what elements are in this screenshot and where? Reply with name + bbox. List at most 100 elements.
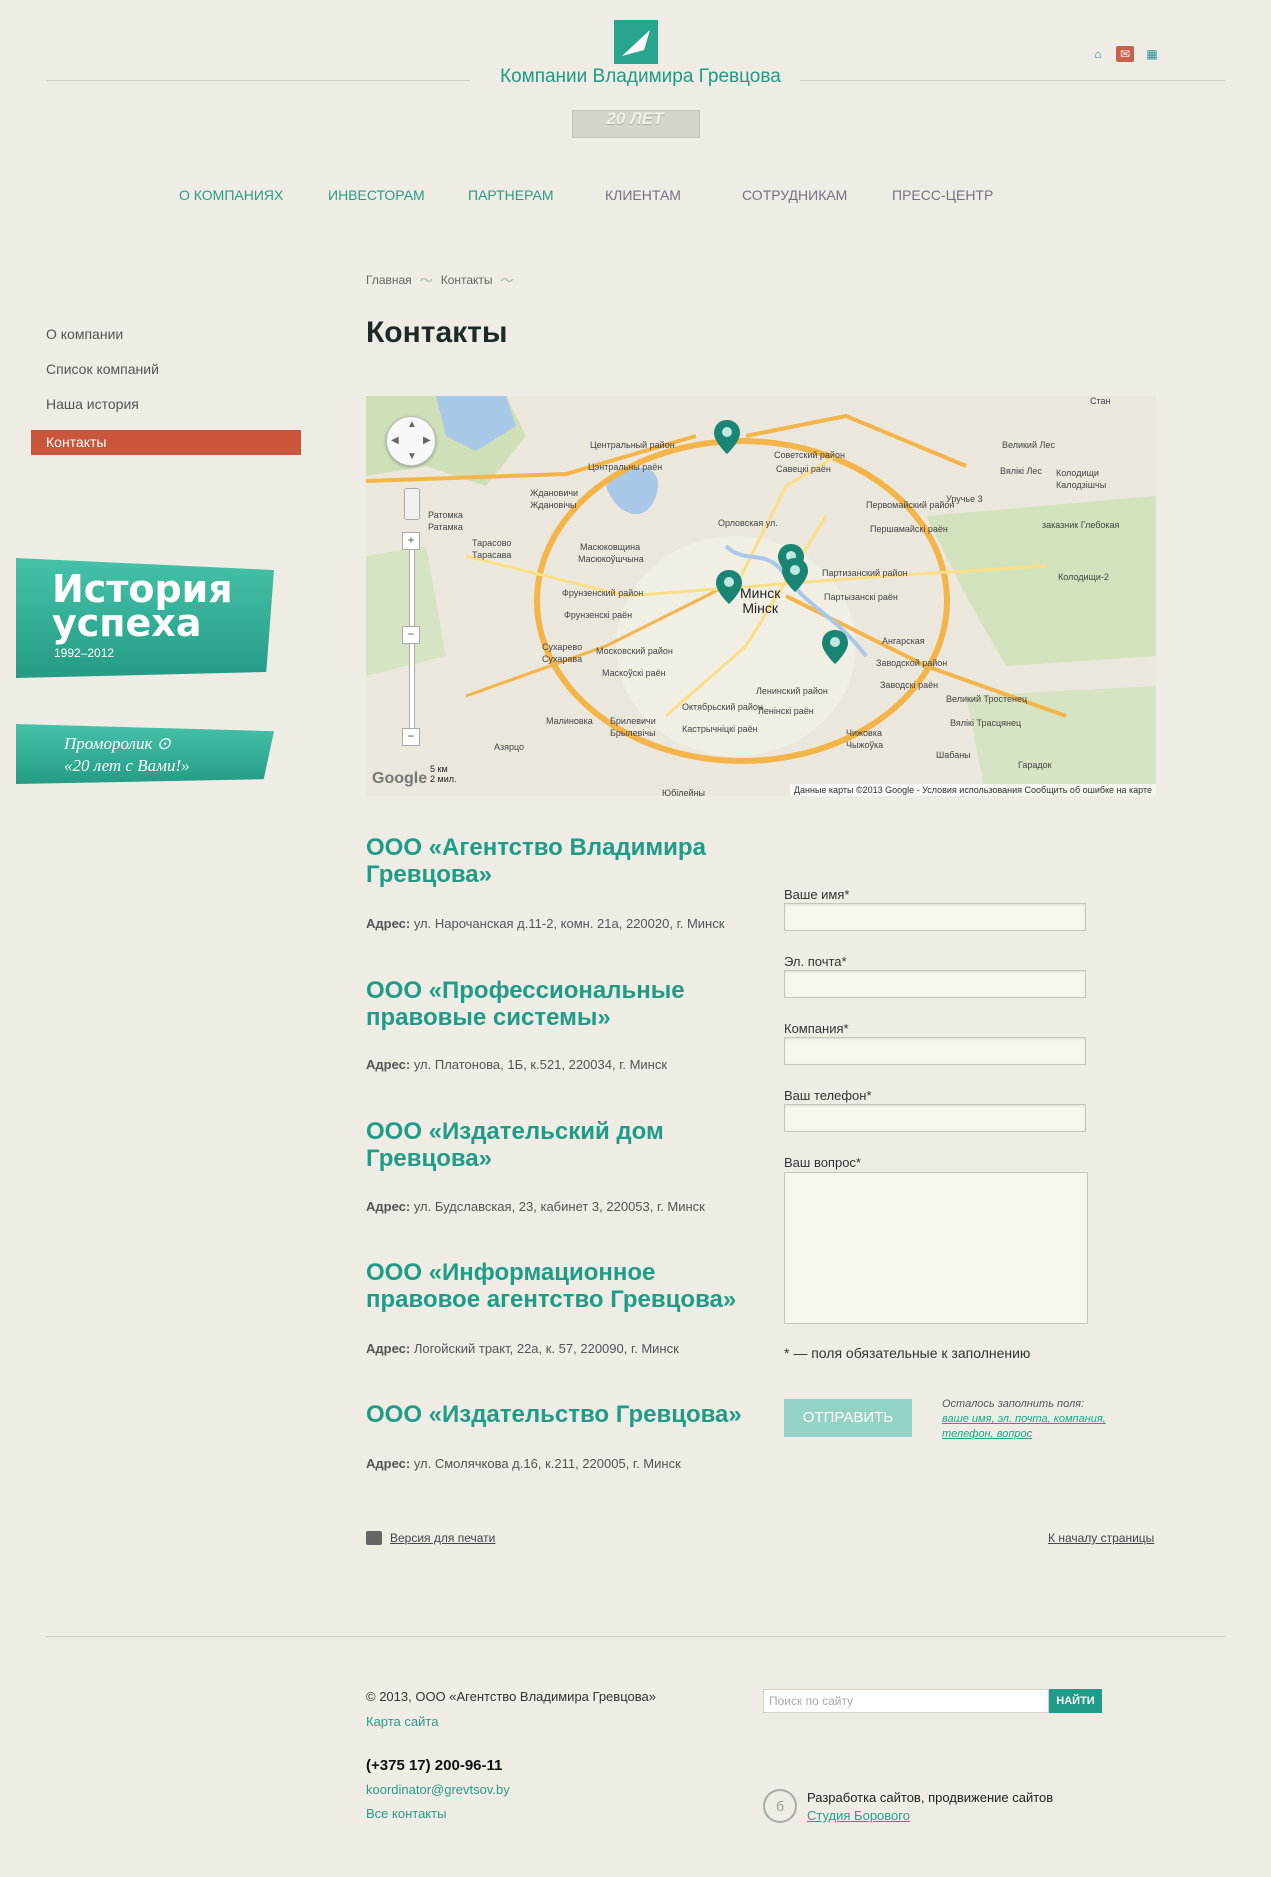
map-label: Фрунзенский район	[562, 588, 644, 598]
map-label: Шабаны	[936, 750, 971, 760]
sidebar-item-about[interactable]: О компании	[46, 326, 123, 342]
zoom-in-button[interactable]: +	[402, 532, 420, 550]
zoom-out-button[interactable]: −	[402, 728, 420, 746]
map-pan-control[interactable]: ▲ ▼ ◀ ▶	[386, 416, 436, 466]
nav-item-companies[interactable]: О КОМПАНИЯХ	[179, 187, 283, 203]
nav-item-employees[interactable]: СОТРУДНИКАМ	[742, 187, 847, 203]
phone-label: Ваш телефон*	[784, 1088, 872, 1103]
breadcrumb-home[interactable]: Главная	[366, 273, 412, 287]
name-input[interactable]	[784, 903, 1086, 931]
sidebar-item-history[interactable]: Наша история	[46, 396, 139, 412]
sidebar-item-contacts[interactable]: Контакты	[31, 430, 301, 455]
developer-text: Разработка сайтов, продвижение сайтов	[807, 1790, 1054, 1805]
main-nav: О КОМПАНИЯХ ИНВЕСТОРАМ ПАРТНЕРАМ КЛИЕНТА…	[0, 187, 1271, 207]
banner-title-2: успеха	[52, 601, 202, 645]
anniversary-text: 20 ЛЕТ	[606, 109, 664, 128]
print-version-link[interactable]: Версия для печати	[366, 1531, 495, 1545]
company-address: Адрес: ул. Смолячкова д.16, к.211, 22000…	[366, 1456, 681, 1471]
breadcrumb: Главная 〜 Контакты 〜	[366, 270, 514, 289]
map-label: Фрунзенскі раён	[564, 610, 633, 620]
mail-icon[interactable]: ✉	[1116, 46, 1134, 62]
map-label: Великий Лес	[1002, 440, 1055, 450]
home-icon[interactable]: ⌂	[1090, 46, 1106, 62]
wave-icon: 〜	[419, 273, 433, 288]
map-label: Партизанский район	[822, 568, 908, 578]
phone-input[interactable]	[784, 1104, 1086, 1132]
name-label: Ваше имя*	[784, 887, 850, 902]
success-history-banner[interactable]: История успеха 1992–2012	[16, 558, 274, 684]
nav-item-clients[interactable]: КЛИЕНТАМ	[605, 187, 681, 203]
sitemap-icon[interactable]: ▦	[1144, 46, 1160, 62]
question-label: Ваш вопрос*	[784, 1155, 861, 1170]
header-divider-right	[800, 80, 1225, 81]
map-label: Партызанскі раён	[824, 592, 898, 602]
zoom-slider-handle[interactable]: −	[402, 626, 420, 644]
map-label: Ангарская	[882, 636, 925, 646]
map-label: Савецкі раён	[776, 464, 831, 474]
question-textarea[interactable]	[784, 1172, 1088, 1324]
footer-divider	[46, 1636, 1225, 1637]
wave-icon: 〜	[500, 273, 514, 288]
sidebar-item-company-list[interactable]: Список компаний	[46, 361, 159, 377]
map-label: Брилевичи	[610, 716, 656, 726]
developer-link[interactable]: Студия Борового	[807, 1808, 910, 1823]
map-label: Чижовка	[846, 728, 882, 738]
map-label: Калодзішчы	[1056, 480, 1107, 490]
map-label: Ратомка	[428, 510, 463, 520]
company-title: ООО «Издательство Гревцова»	[366, 1401, 742, 1428]
map-label: Первомайский район	[866, 500, 955, 510]
map-label: Першамайскі раён	[870, 524, 948, 534]
map-label: Сухарево	[542, 642, 583, 652]
email-label: Эл. почта*	[784, 954, 847, 969]
promo-subtitle: «20 лет с Вами!»	[64, 756, 190, 775]
map-label: Тарасово	[472, 538, 512, 548]
google-map[interactable]: Центральный район Цэнтральны раён Советс…	[366, 396, 1156, 796]
map-marker-icon[interactable]	[822, 630, 848, 664]
logo-icon[interactable]	[614, 20, 658, 64]
footer-phone: (+375 17) 200-96-11	[366, 1757, 503, 1774]
map-label: Центральный район	[590, 440, 675, 450]
search-button[interactable]: НАЙТИ	[1049, 1689, 1102, 1713]
nav-item-partners[interactable]: ПАРТНЕРАМ	[468, 187, 554, 203]
street-view-icon[interactable]	[404, 488, 420, 520]
footer-email-link[interactable]: koordinator@grevtsov.by	[366, 1782, 510, 1797]
company-address: Адрес: ул. Будславская, 23, кабинет 3, 2…	[366, 1199, 705, 1214]
nav-item-investors[interactable]: ИНВЕСТОРАМ	[328, 187, 425, 203]
map-label: Цэнтральны раён	[588, 462, 663, 472]
map-label: Юбілейны	[662, 788, 705, 796]
company-title: ООО «Агентство Владимира Гревцова»	[366, 834, 706, 888]
company-title: ООО «Издательский дом Гревцова»	[366, 1118, 664, 1172]
banner-years: 1992–2012	[54, 646, 115, 660]
map-attribution[interactable]: Данные карты ©2013 Google - Условия испо…	[789, 784, 1156, 796]
studio-logo-icon[interactable]: б	[763, 1789, 797, 1823]
map-label: Чыжоўка	[846, 740, 884, 750]
back-to-top-link[interactable]: К началу страницы	[1048, 1531, 1154, 1545]
map-label: Ленінскі раён	[758, 706, 814, 716]
remaining-fields-list[interactable]: ваше имя, эл. почта, компания, телефон, …	[942, 1413, 1106, 1440]
header-icons: ⌂ ✉ ▦	[1090, 46, 1160, 62]
submit-button[interactable]: ОТПРАВИТЬ	[784, 1399, 912, 1437]
nav-item-press[interactable]: ПРЕСС-ЦЕНТР	[892, 187, 993, 203]
sitemap-link[interactable]: Карта сайта	[366, 1714, 438, 1729]
logo-text[interactable]: Компании Владимира Гревцова	[500, 66, 781, 88]
email-input[interactable]	[784, 970, 1086, 998]
map-label: Брылевічы	[610, 728, 656, 738]
promo-video-banner[interactable]: Проморолик ⊙ «20 лет с Вами!»	[16, 724, 274, 786]
copyright: © 2013, ООО «Агентство Владимира Гревцов…	[366, 1689, 656, 1704]
all-contacts-link[interactable]: Все контакты	[366, 1806, 446, 1821]
map-marker-icon[interactable]	[716, 570, 742, 604]
map-label: Колодищи	[1056, 468, 1099, 478]
company-address: Адрес: ул. Платонова, 1Б, к.521, 220034,…	[366, 1057, 668, 1072]
site-search-input[interactable]: Поиск по сайту	[763, 1689, 1049, 1713]
company-input[interactable]	[784, 1037, 1086, 1065]
google-logo: Google	[372, 770, 428, 787]
map-label: Вялікі Лес	[1000, 466, 1042, 476]
map-label: Московский район	[596, 646, 673, 656]
map-marker-icon[interactable]	[782, 558, 808, 592]
map-label: заказник Глебокая	[1042, 520, 1120, 530]
map-label: Октябрьский район	[682, 702, 763, 712]
map-marker-icon[interactable]	[714, 420, 740, 454]
company-address: Адрес: ул. Нарочанская д.11-2, комн. 21а…	[366, 916, 725, 931]
printer-icon	[366, 1531, 382, 1545]
header-divider-left	[46, 80, 470, 81]
